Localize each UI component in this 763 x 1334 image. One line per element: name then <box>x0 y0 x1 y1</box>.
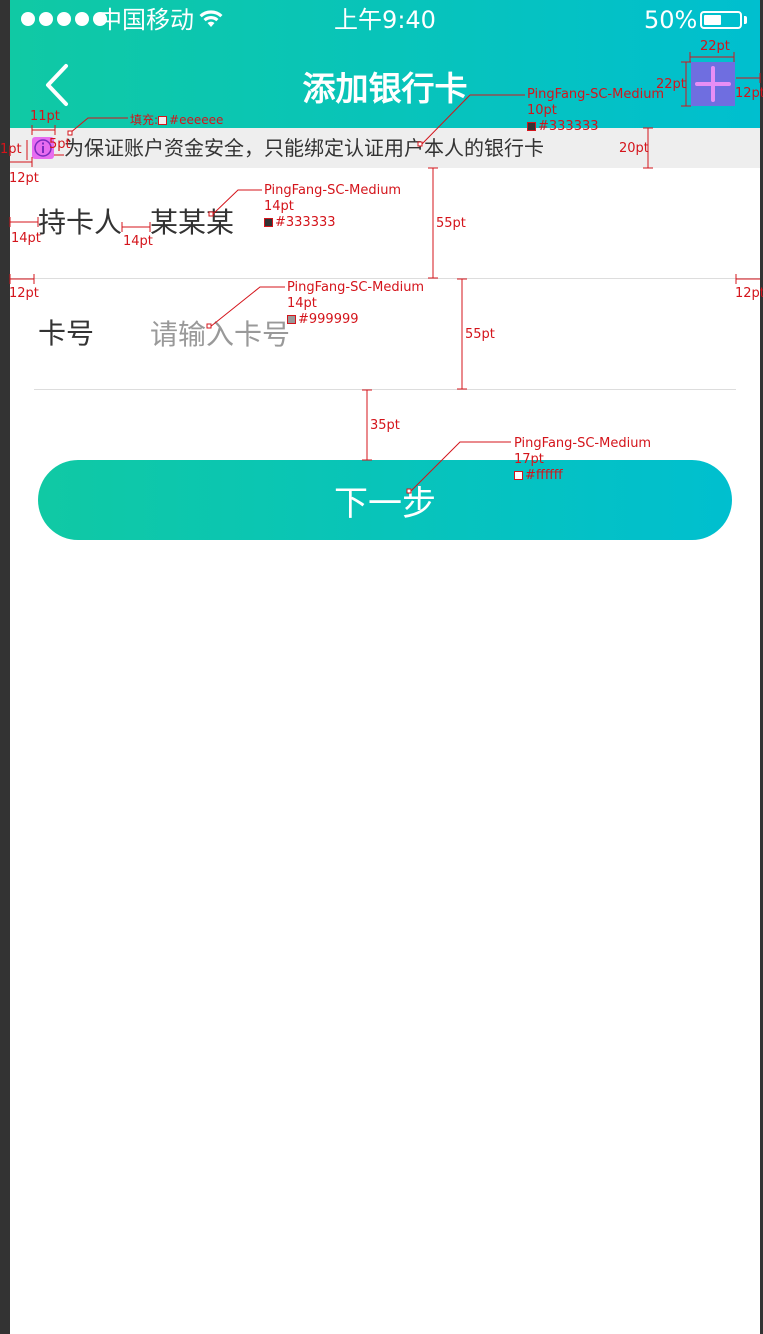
battery-icon <box>700 11 742 29</box>
notice-bar: 为保证账户资金安全，只能绑定认证用户本人的银行卡 <box>10 128 760 168</box>
header: 中国移动 上午9:40 50% 添加银行卡 <box>10 0 760 128</box>
cardholder-label: 持卡人 <box>38 206 123 239</box>
notice-text: 为保证账户资金安全，只能绑定认证用户本人的银行卡 <box>64 136 544 160</box>
plus-icon <box>695 66 731 102</box>
divider <box>34 389 736 390</box>
page-title: 添加银行卡 <box>302 69 468 108</box>
card-number-input[interactable] <box>150 312 710 356</box>
battery-level <box>704 15 721 25</box>
card-number-row: 卡号 <box>10 279 760 389</box>
next-step-button[interactable]: 下一步 <box>38 460 732 540</box>
battery-percent: 50% <box>644 6 698 34</box>
card-number-label: 卡号 <box>38 317 95 350</box>
battery-tip <box>744 16 747 24</box>
cardholder-row: 持卡人 某某某 <box>10 168 760 278</box>
info-icon <box>32 137 54 159</box>
phone-screen: 中国移动 上午9:40 50% 添加银行卡 为保证账户资金安全，只能绑定认证用户… <box>10 0 760 1334</box>
cardholder-value: 某某某 <box>150 206 235 239</box>
add-card-button[interactable] <box>691 62 735 106</box>
